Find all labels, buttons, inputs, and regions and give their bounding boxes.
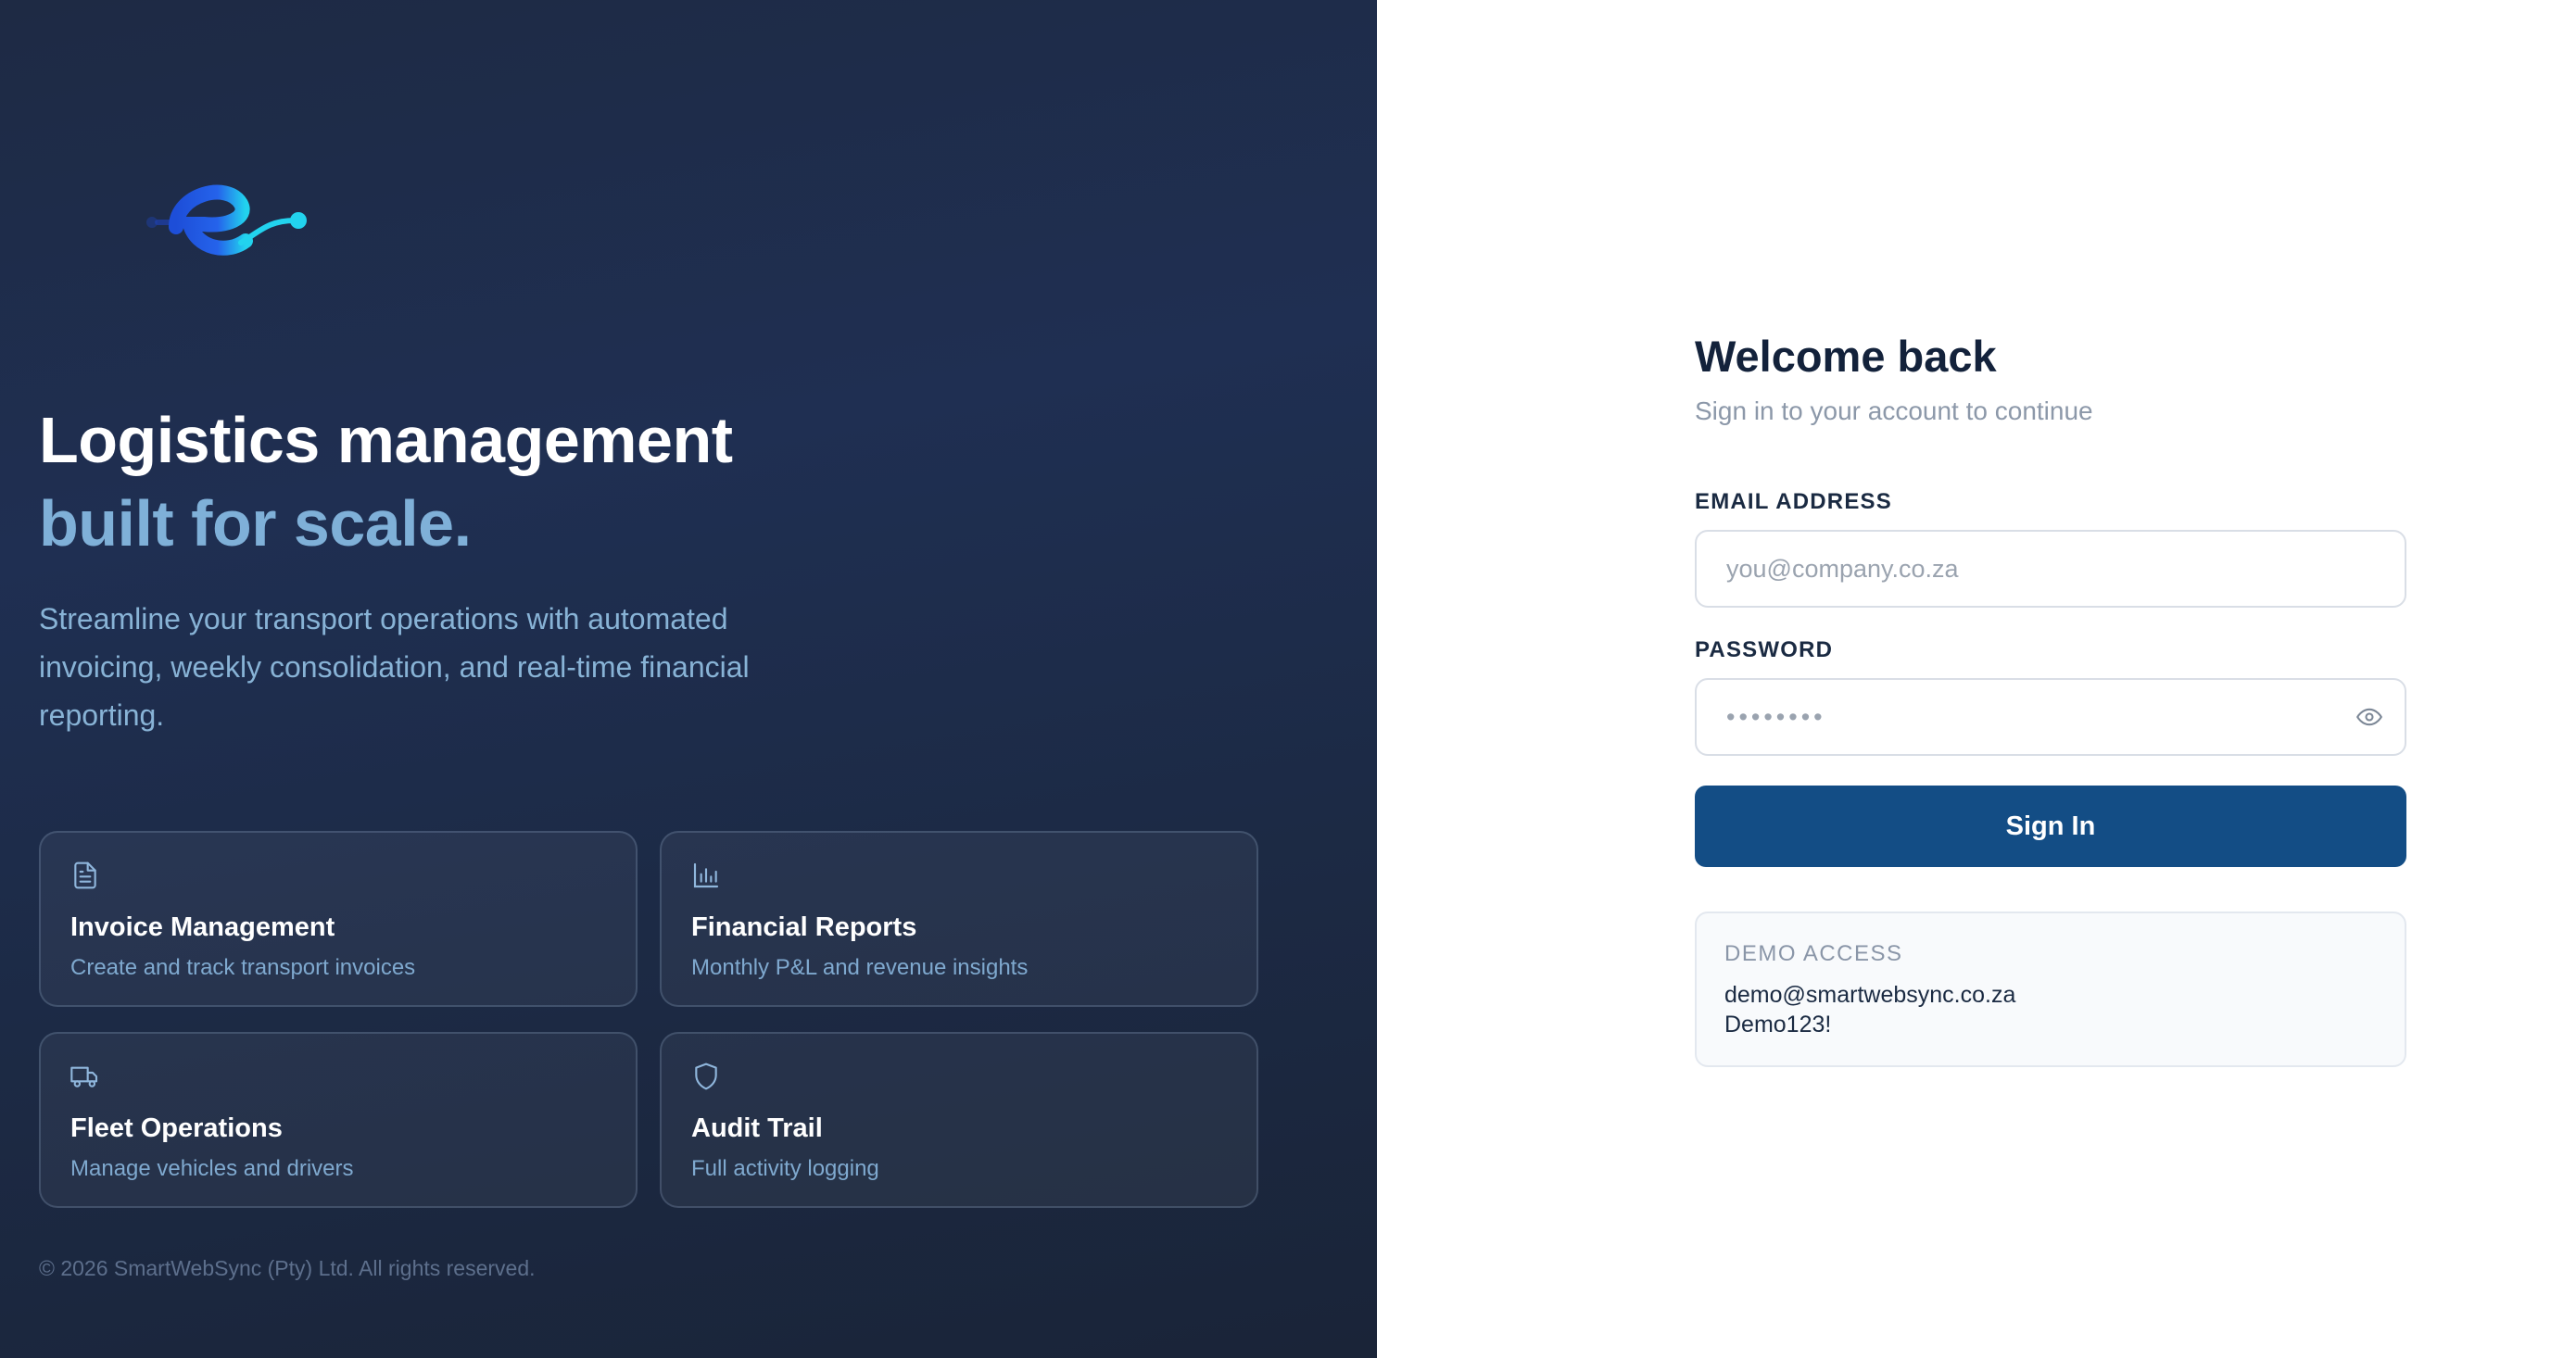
feature-subtitle: Create and track transport invoices	[70, 955, 416, 980]
bar-chart-icon	[693, 862, 719, 888]
login-title: Welcome back	[1695, 332, 1997, 381]
password-label: PASSWORD	[1695, 637, 1834, 662]
hero-headline-main: Logistics management	[39, 404, 733, 476]
feature-title: Audit Trail	[691, 1113, 823, 1143]
demo-email: demo@smartwebsync.co.za	[1724, 982, 2016, 1008]
email-placeholder: you@company.co.za	[1726, 555, 1959, 583]
hero-headline: Logistics management built for scale.	[39, 398, 733, 565]
eye-icon[interactable]	[2355, 704, 2384, 730]
login-form: Welcome back Sign in to your account to …	[1695, 328, 2406, 1067]
hero-headline-accent: built for scale.	[39, 487, 472, 560]
marketing-panel: Logistics management built for scale. St…	[0, 0, 1377, 1358]
demo-password: Demo123!	[1724, 1012, 1832, 1037]
truck-icon	[70, 1066, 98, 1088]
email-label: EMAIL ADDRESS	[1695, 489, 1892, 514]
password-field[interactable]: ••••••••	[1695, 678, 2406, 756]
login-panel: Welcome back Sign in to your account to …	[1377, 0, 2576, 1358]
feature-subtitle: Full activity logging	[691, 1156, 879, 1181]
sign-in-button[interactable]: Sign In	[1695, 786, 2406, 867]
feature-subtitle: Monthly P&L and revenue insights	[691, 955, 1029, 980]
feature-title: Invoice Management	[70, 912, 335, 942]
feature-card-reports: Financial Reports Monthly P&L and revenu…	[660, 831, 1258, 1007]
feature-title: Fleet Operations	[70, 1113, 283, 1143]
feature-card-fleet: Fleet Operations Manage vehicles and dri…	[39, 1032, 638, 1208]
shield-icon	[695, 1063, 717, 1090]
hero-description: Streamline your transport operations wit…	[39, 602, 750, 732]
feature-card-audit: Audit Trail Full activity logging	[660, 1032, 1258, 1208]
feature-subtitle: Manage vehicles and drivers	[70, 1156, 354, 1181]
feature-title: Financial Reports	[691, 912, 917, 942]
demo-access-box: DEMO ACCESS demo@smartwebsync.co.za Demo…	[1695, 912, 2406, 1067]
demo-heading: DEMO ACCESS	[1724, 941, 1903, 966]
password-value: ••••••••	[1726, 703, 1826, 731]
copyright-text: © 2026 SmartWebSync (Pty) Ltd. All right…	[39, 1256, 536, 1280]
document-icon	[74, 861, 96, 889]
email-field[interactable]: you@company.co.za	[1695, 530, 2406, 608]
feature-card-invoice: Invoice Management Create and track tran…	[39, 831, 638, 1007]
login-subtitle: Sign in to your account to continue	[1695, 396, 2093, 425]
brand-logo-icon	[146, 184, 307, 256]
